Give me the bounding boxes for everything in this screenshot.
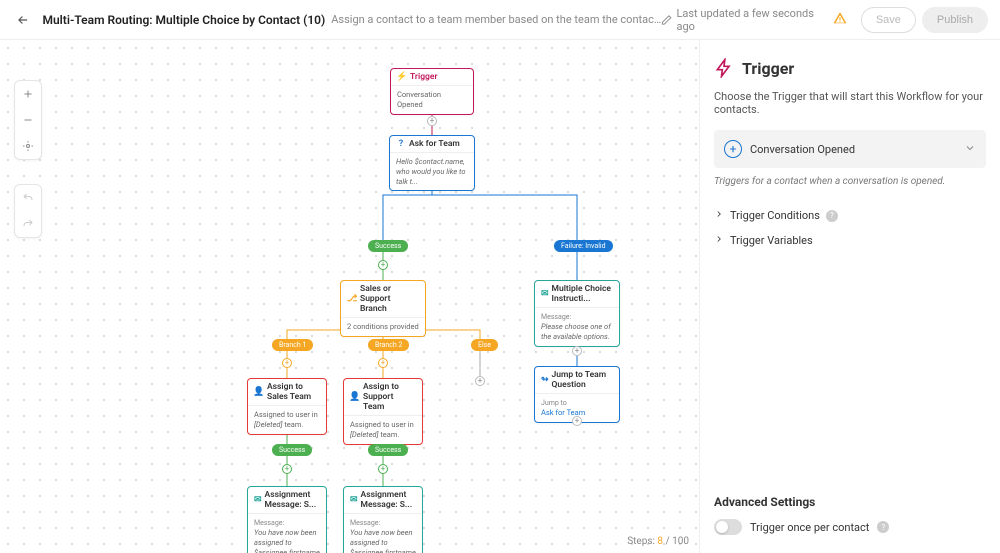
fit-button[interactable] bbox=[15, 133, 41, 159]
trigger-hint: Triggers for a contact when a conversati… bbox=[714, 176, 986, 187]
node-assignment-msg-sales[interactable]: ✉Assignment Message: S... Message:You ha… bbox=[247, 486, 327, 553]
pill-success: Success bbox=[368, 240, 408, 252]
add-step-button[interactable]: + bbox=[572, 346, 582, 356]
toggle-once-per-contact[interactable]: Trigger once per contact ? bbox=[714, 519, 986, 535]
toggle-switch[interactable] bbox=[714, 519, 742, 535]
save-button[interactable]: Save bbox=[861, 7, 916, 33]
toggle-label: Trigger once per contact bbox=[750, 521, 869, 534]
node-branch[interactable]: ⎇Sales or Support Branch 2 conditions pr… bbox=[340, 280, 426, 337]
bolt-icon: ⚡ bbox=[397, 72, 407, 82]
warning-icon bbox=[833, 11, 847, 28]
zoom-out-button[interactable] bbox=[15, 107, 41, 133]
chevron-right-icon bbox=[714, 209, 724, 222]
pill-else: Else bbox=[471, 339, 498, 351]
node-mcq-body: Message:Please choose one of the availab… bbox=[535, 308, 619, 346]
add-step-button[interactable]: + bbox=[282, 358, 292, 368]
steps-counter: Steps: 8 / 100 bbox=[627, 536, 689, 547]
node-multiple-choice[interactable]: ✉Multiple Choice Instructi... Message:Pl… bbox=[534, 280, 620, 347]
canvas-area[interactable]: ⚡Trigger Conversation Opened + ?Ask for … bbox=[0, 40, 700, 553]
undo-button[interactable] bbox=[15, 185, 41, 211]
node-assignment-msg-support[interactable]: ✉Assignment Message: S... Message:You ha… bbox=[343, 486, 423, 553]
node-amsg1-title: Assignment Message: S... bbox=[265, 490, 320, 510]
question-icon: ? bbox=[396, 139, 406, 149]
plus-circle-icon: + bbox=[724, 140, 742, 158]
node-branch-title: Sales or Support Branch bbox=[360, 284, 419, 314]
chevron-right-icon bbox=[714, 234, 724, 247]
chevron-down-icon bbox=[964, 142, 976, 157]
add-step-button[interactable]: + bbox=[572, 416, 582, 426]
node-trigger[interactable]: ⚡Trigger Conversation Opened bbox=[390, 68, 474, 115]
help-icon[interactable]: ? bbox=[826, 210, 838, 222]
jump-icon: ↬ bbox=[541, 375, 549, 385]
message-icon: ✉ bbox=[350, 495, 358, 505]
pill-branch1: Branch 1 bbox=[272, 339, 313, 351]
back-button[interactable] bbox=[12, 8, 34, 32]
add-step-button[interactable]: + bbox=[282, 464, 292, 474]
add-step-button[interactable]: + bbox=[475, 376, 485, 386]
trigger-select[interactable]: + Conversation Opened bbox=[714, 130, 986, 168]
header-bar: Multi-Team Routing: Multiple Choice by C… bbox=[0, 0, 1000, 40]
trigger-conditions-row[interactable]: Trigger Conditions ? bbox=[714, 203, 986, 228]
panel-description: Choose the Trigger that will start this … bbox=[714, 90, 986, 116]
trigger-variables-label: Trigger Variables bbox=[730, 234, 813, 247]
add-step-button[interactable]: + bbox=[378, 358, 388, 368]
node-trigger-body: Conversation Opened bbox=[391, 86, 473, 114]
node-assign-support[interactable]: 👤Assign to Support Team Assigned to user… bbox=[343, 378, 423, 445]
branch-icon: ⎇ bbox=[347, 294, 357, 304]
add-step-button[interactable]: + bbox=[427, 116, 437, 126]
pencil-icon bbox=[661, 14, 672, 26]
node-ask-title: Ask for Team bbox=[409, 139, 460, 149]
zoom-in-button[interactable] bbox=[15, 81, 41, 107]
node-assign-sales-body: Assigned to user in [Deleted] team. bbox=[248, 406, 326, 434]
advanced-settings-title: Advanced Settings bbox=[714, 495, 986, 509]
add-step-button[interactable]: + bbox=[378, 260, 388, 270]
node-branch-body: 2 conditions provided bbox=[341, 318, 425, 336]
panel-header: Trigger bbox=[714, 58, 986, 78]
trigger-variables-row[interactable]: Trigger Variables bbox=[714, 228, 986, 253]
pill-success: Success bbox=[368, 444, 408, 456]
node-mcq-title: Multiple Choice Instructi... bbox=[552, 284, 613, 304]
panel-title: Trigger bbox=[742, 59, 794, 78]
main-layout: ⚡Trigger Conversation Opened + ?Ask for … bbox=[0, 40, 1000, 553]
zoom-tool-group bbox=[14, 80, 42, 160]
history-tool-group bbox=[14, 184, 42, 238]
trigger-selected-label: Conversation Opened bbox=[750, 143, 855, 156]
workflow-description: Assign a contact to a team member based … bbox=[331, 13, 661, 26]
node-ask-body: Hello $contact.name, who would you like … bbox=[390, 153, 474, 190]
node-trigger-title: Trigger bbox=[410, 72, 438, 82]
node-assign-support-body: Assigned to user in [Deleted] team. bbox=[344, 416, 422, 444]
node-jump-title: Jump to Team Question bbox=[552, 370, 613, 390]
workflow-title: Multi-Team Routing: Multiple Choice by C… bbox=[42, 13, 325, 27]
node-amsg2-title: Assignment Message: S... bbox=[361, 490, 416, 510]
pill-failure: Failure: Invalid bbox=[554, 240, 613, 252]
add-step-button[interactable]: + bbox=[378, 464, 388, 474]
node-assign-sales-title: Assign to Sales Team bbox=[267, 382, 320, 402]
last-updated: Last updated a few seconds ago bbox=[661, 7, 825, 33]
node-assign-support-title: Assign to Support Team bbox=[363, 382, 416, 412]
redo-button[interactable] bbox=[15, 211, 41, 237]
node-amsg1-body: Message:You have now been assigned to $a… bbox=[248, 514, 326, 553]
node-jump[interactable]: ↬Jump to Team Question Jump toAsk for Te… bbox=[534, 366, 620, 423]
publish-button[interactable]: Publish bbox=[922, 7, 988, 33]
trigger-conditions-label: Trigger Conditions bbox=[730, 209, 820, 222]
bolt-icon bbox=[714, 58, 734, 78]
workflow-canvas: ⚡Trigger Conversation Opened + ?Ask for … bbox=[0, 40, 699, 553]
canvas-toolbar bbox=[14, 80, 42, 238]
node-ask-for-team[interactable]: ?Ask for Team Hello $contact.name, who w… bbox=[389, 135, 475, 191]
user-icon: 👤 bbox=[350, 392, 360, 402]
message-icon: ✉ bbox=[541, 289, 549, 299]
pill-branch2: Branch 2 bbox=[368, 339, 409, 351]
properties-panel: Trigger Choose the Trigger that will sta… bbox=[700, 40, 1000, 553]
node-assign-sales[interactable]: 👤Assign to Sales Team Assigned to user i… bbox=[247, 378, 327, 435]
help-icon[interactable]: ? bbox=[877, 521, 889, 533]
node-amsg2-body: Message:You have now been assigned to $a… bbox=[344, 514, 422, 553]
user-icon: 👤 bbox=[254, 387, 264, 397]
message-icon: ✉ bbox=[254, 495, 262, 505]
pill-success: Success bbox=[272, 444, 312, 456]
